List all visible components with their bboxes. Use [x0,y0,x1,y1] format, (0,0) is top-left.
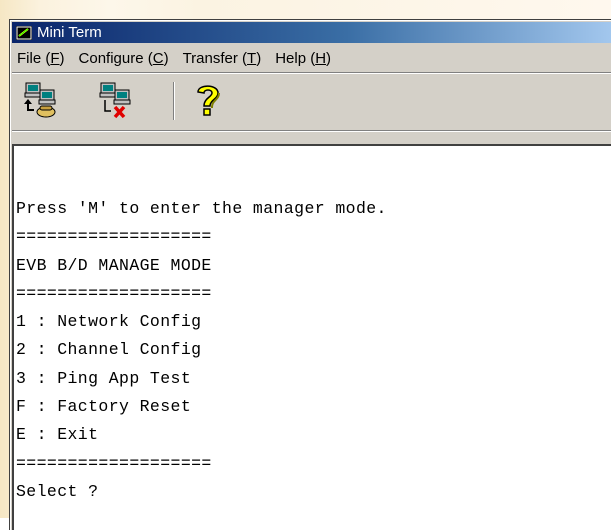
terminal-line: =================== [16,227,212,247]
menu-file[interactable]: File (F) [12,50,70,67]
menu-help[interactable]: Help (H) [270,50,336,67]
menu-transfer[interactable]: Transfer (T) [178,50,267,67]
terminal-output[interactable]: Press 'M' to enter the manager mode. ===… [12,144,611,530]
terminal-line: 2 : Channel Config [16,340,202,360]
terminal-line: Press 'M' to enter the manager mode. [16,199,387,218]
menu-configure[interactable]: Configure (C) [74,50,174,67]
disconnect-icon [99,82,131,119]
terminal-line: =================== [16,283,212,303]
window-title: Mini Term [37,23,102,41]
toolbar-divider [173,82,175,120]
menu-bar: File (F) Configure (C) Transfer (T) Help… [12,47,611,69]
title-bar[interactable]: Mini Term [12,22,611,43]
terminal-line: F : Factory Reset [16,397,192,417]
terminal-line: E : Exit [16,425,99,445]
terminal-line: EVB B/D MANAGE MODE [16,255,212,275]
connect-button[interactable] [22,80,62,120]
toolbar [12,78,611,124]
terminal-line: 1 : Network Config [16,312,202,332]
help-icon [197,85,220,116]
terminal-app-icon [16,25,32,40]
disconnect-button[interactable] [97,80,137,120]
mini-term-window: Mini Term File (F) Configure (C) Transfe… [9,19,611,530]
toolbar-divider-bottom [12,130,611,132]
menu-divider [12,72,611,74]
help-button[interactable] [188,80,228,120]
connect-icon [24,82,56,118]
terminal-line: Select ? [16,481,99,501]
terminal-line: =================== [16,453,212,473]
terminal-line: 3 : Ping App Test [16,368,192,388]
terminal-text: Press 'M' to enter the manager mode. ===… [16,195,387,506]
